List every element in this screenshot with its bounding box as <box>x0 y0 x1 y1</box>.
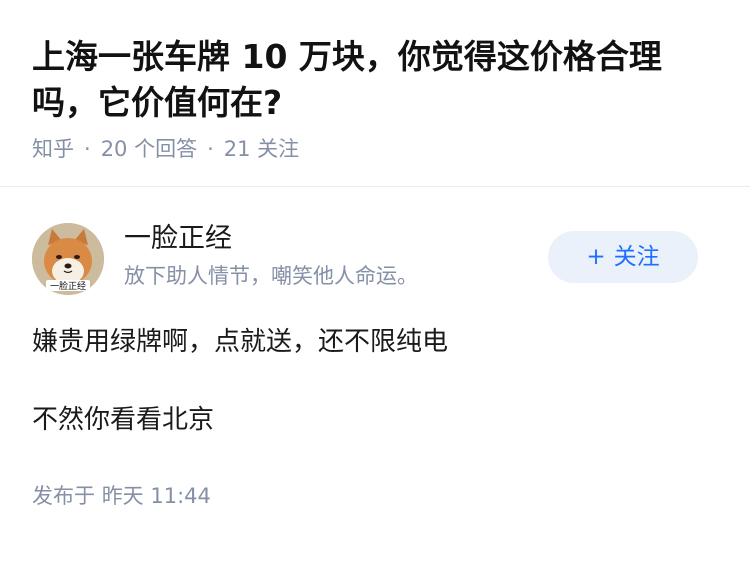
post-time-label: 发布于 <box>32 484 95 508</box>
question-title[interactable]: 上海一张车牌 10 万块，你觉得这价格合理吗，它价值何在? <box>32 34 718 126</box>
follow-label: 关注 <box>613 244 660 270</box>
avatar-caption: 一脸正经 <box>50 280 86 292</box>
answer-count[interactable]: 20 个回答 <box>101 137 197 161</box>
author-name[interactable]: 一脸正经 <box>124 221 232 257</box>
question-meta: 知乎 · 20 个回答 · 21 关注 <box>32 134 718 164</box>
shiba-dog-avatar-icon: 一脸正经 <box>32 223 104 295</box>
post-time: 发布于 昨天 11:44 <box>32 481 718 511</box>
separator-dot: · <box>207 137 214 161</box>
separator-dot: · <box>84 137 91 161</box>
answer-paragraph: 嫌贵用绿牌啊，点就送，还不限纯电 <box>32 327 449 357</box>
plus-icon: + <box>586 244 606 270</box>
source-label[interactable]: 知乎 <box>32 137 74 161</box>
question-header: 上海一张车牌 10 万块，你觉得这价格合理吗，它价值何在? 知乎 · 20 个回答 ·… <box>0 0 750 164</box>
answer-content: 嫌贵用绿牌啊，点就送，还不限纯电 不然你看看北京 <box>32 323 718 439</box>
follow-button[interactable]: + 关注 <box>548 231 698 283</box>
follower-count: 21 关注 <box>223 137 300 161</box>
author-info: 一脸正经 一脸正经 放下助人情节，嘲笑他人命运。 + 关注 <box>32 221 718 317</box>
answer-paragraph: 不然你看看北京 <box>32 405 215 435</box>
author-bio: 放下助人情节，嘲笑他人命运。 <box>124 264 418 288</box>
answer-card: 一脸正经 一脸正经 放下助人情节，嘲笑他人命运。 + 关注 嫌贵用绿牌啊，点就送，… <box>0 221 750 511</box>
divider <box>0 186 750 187</box>
author-avatar[interactable]: 一脸正经 <box>32 223 104 295</box>
post-time-value: 昨天 11:44 <box>101 484 211 508</box>
